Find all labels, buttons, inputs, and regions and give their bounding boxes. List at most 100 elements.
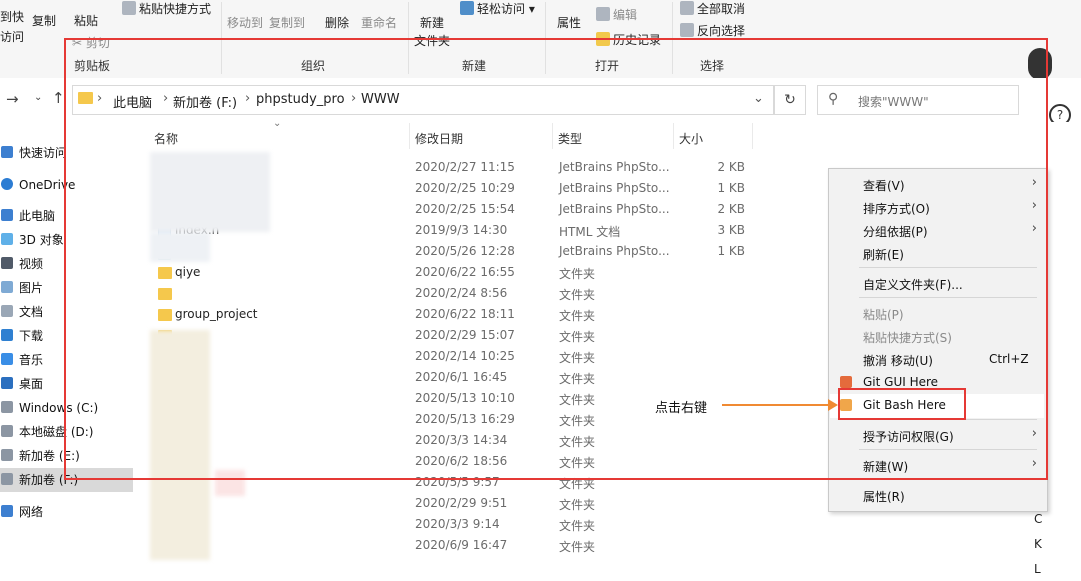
- menu-item-paste-shortcut[interactable]: 粘贴快捷方式(S): [863, 329, 952, 346]
- pin-quick-access-label-2[interactable]: 访问: [0, 28, 24, 45]
- sidebar-item-drive-d[interactable]: 本地磁盘 (D:): [0, 420, 133, 444]
- menu-item-undo-move[interactable]: 撤消 移动(U): [863, 352, 933, 369]
- breadcrumb-this-pc[interactable]: 此电脑: [113, 92, 152, 111]
- git-gui-icon: [840, 376, 852, 388]
- file-row[interactable]: 2020/6/2 18:56 文件夹: [145, 452, 885, 473]
- git-bash-icon: [840, 399, 852, 411]
- sidebar-item-music[interactable]: 音乐: [0, 348, 133, 372]
- sidebar-item-label: Windows (C:): [19, 401, 99, 415]
- easy-access-button[interactable]: 轻松访问 ▾: [460, 0, 535, 17]
- delete-button[interactable]: 删除: [325, 14, 349, 31]
- column-divider[interactable]: [752, 123, 753, 149]
- redacted-region: [150, 152, 270, 232]
- file-type: 文件夹: [559, 309, 596, 323]
- file-row[interactable]: 2020/2/29 15:07 文件夹: [145, 326, 885, 347]
- file-size: 2 KB: [717, 160, 745, 174]
- sidebar-item-documents[interactable]: 文档: [0, 300, 133, 324]
- file-type: JetBrains PhpSto...: [559, 160, 670, 174]
- select-none-label: 全部取消: [697, 2, 746, 16]
- invert-selection-button[interactable]: 反向选择: [680, 22, 745, 39]
- properties-button[interactable]: 属性: [557, 14, 581, 31]
- file-row[interactable]: 2020/5/13 10:10 文件夹: [145, 389, 885, 410]
- menu-item-paste[interactable]: 粘贴(P): [863, 306, 904, 323]
- file-row[interactable]: qiye 2020/6/22 16:55 文件夹: [145, 263, 885, 284]
- paste-button[interactable]: 粘贴: [74, 12, 98, 29]
- cut-button[interactable]: ✂ 剪切: [72, 34, 110, 51]
- address-bar[interactable]: › 此电脑 › 新加卷 (F:) › phpstudy_pro › WWW ⌄: [72, 85, 774, 115]
- history-label: 历史记录: [613, 33, 662, 47]
- search-input[interactable]: ⚲ 搜索"WWW": [817, 85, 1019, 115]
- sidebar-item-quick-access[interactable]: 快速访问: [0, 141, 133, 165]
- file-date: 2020/2/29 9:51: [415, 496, 508, 510]
- breadcrumb-www[interactable]: WWW: [361, 92, 400, 107]
- sidebar-item-label: 3D 对象: [19, 233, 64, 247]
- new-folder-label-2[interactable]: 文件夹: [414, 32, 450, 49]
- column-header-name[interactable]: 名称: [154, 130, 178, 147]
- forward-arrow-icon[interactable]: →: [6, 90, 19, 108]
- menu-item-group-by[interactable]: 分组依据(P): [863, 223, 928, 240]
- up-arrow-icon[interactable]: ↑: [52, 89, 65, 107]
- sidebar-item-pictures[interactable]: 图片: [0, 276, 133, 300]
- file-row[interactable]: 2020/2/14 10:25 文件夹: [145, 347, 885, 368]
- column-header-size[interactable]: 大小: [679, 130, 703, 147]
- column-header-type[interactable]: 类型: [558, 130, 582, 147]
- column-divider[interactable]: [552, 123, 553, 149]
- sidebar-item-network[interactable]: 网络: [0, 500, 133, 524]
- redacted-region: [215, 470, 245, 496]
- select-none-button[interactable]: 全部取消: [680, 0, 745, 17]
- sidebar-item-drive-e[interactable]: 新加卷 (E:): [0, 444, 133, 468]
- breadcrumb-phpstudy[interactable]: phpstudy_pro: [256, 92, 345, 107]
- menu-item-properties[interactable]: 属性(R): [863, 488, 905, 505]
- sidebar-item-label: 文档: [19, 305, 44, 319]
- file-row[interactable]: 2020/6/1 16:45 文件夹: [145, 368, 885, 389]
- sidebar-item-3d-objects[interactable]: 3D 对象: [0, 228, 133, 252]
- group-organize: 组织: [301, 59, 326, 73]
- sidebar-item-drive-f[interactable]: 新加卷 (F:): [0, 468, 133, 492]
- pin-quick-access-label[interactable]: 到快: [0, 8, 24, 25]
- file-row[interactable]: 2020/3/3 9:14 文件夹: [145, 515, 885, 536]
- sidebar-item-desktop[interactable]: 桌面: [0, 372, 133, 396]
- menu-item-view[interactable]: 查看(V): [863, 177, 905, 194]
- menu-item-grant-access[interactable]: 授予访问权限(G): [863, 428, 954, 445]
- sidebar-item-this-pc[interactable]: 此电脑: [0, 204, 133, 228]
- file-row[interactable]: 2020/5/26 12:28 JetBrains PhpSto... 1 KB: [145, 242, 885, 263]
- file-type: 文件夹: [559, 330, 596, 344]
- file-row[interactable]: 2020/6/9 16:47 文件夹: [145, 536, 885, 557]
- sidebar-item-onedrive[interactable]: OneDrive: [0, 173, 133, 197]
- new-folder-label[interactable]: 新建: [420, 14, 444, 31]
- breadcrumb-drive-f[interactable]: 新加卷 (F:): [173, 92, 237, 111]
- file-row[interactable]: 2020/2/29 9:51 文件夹: [145, 494, 885, 515]
- menu-item-git-gui[interactable]: Git GUI Here: [863, 375, 938, 389]
- move-to-button[interactable]: 移动到: [227, 14, 263, 31]
- menu-item-git-bash[interactable]: Git Bash Here: [863, 398, 946, 412]
- file-row[interactable]: 2020/3/3 14:34 文件夹: [145, 431, 885, 452]
- menu-item-sort[interactable]: 排序方式(O): [863, 200, 930, 217]
- context-menu: 查看(V) › 排序方式(O) › 分组依据(P) › 刷新(E) 自定义文件夹…: [828, 168, 1048, 512]
- column-header-date[interactable]: 修改日期: [415, 130, 463, 147]
- file-row[interactable]: 2020/5/13 16:29 文件夹: [145, 410, 885, 431]
- edit-button[interactable]: 编辑: [596, 6, 637, 23]
- sidebar-item-downloads[interactable]: 下载: [0, 324, 133, 348]
- menu-item-customize-folder[interactable]: 自定义文件夹(F)...: [863, 276, 963, 293]
- drive-icon: [1, 425, 13, 437]
- copy-button[interactable]: 复制: [32, 12, 56, 29]
- column-divider[interactable]: [409, 123, 410, 149]
- menu-item-new[interactable]: 新建(W): [863, 458, 908, 475]
- copy-to-button[interactable]: 复制到: [269, 14, 305, 31]
- recent-locations-chevron-icon[interactable]: ⌄: [34, 92, 42, 103]
- column-divider[interactable]: [673, 123, 674, 149]
- rename-button[interactable]: 重命名: [361, 14, 397, 31]
- refresh-button[interactable]: ↻: [774, 85, 806, 115]
- sidebar-item-label: 视频: [19, 257, 44, 271]
- sidebar-item-drive-c[interactable]: Windows (C:): [0, 396, 133, 420]
- file-row[interactable]: 2020/2/24 8:56 文件夹: [145, 284, 885, 305]
- menu-item-refresh[interactable]: 刷新(E): [863, 246, 904, 263]
- address-dropdown-icon[interactable]: ⌄: [753, 91, 764, 106]
- invert-selection-label: 反向选择: [697, 24, 746, 38]
- sidebar-item-videos[interactable]: 视频: [0, 252, 133, 276]
- file-row[interactable]: 2020/5/5 9:57 文件夹: [145, 473, 885, 494]
- select-none-icon: [680, 1, 694, 15]
- file-row[interactable]: group_project 2020/6/22 18:11 文件夹: [145, 305, 885, 326]
- history-button[interactable]: 历史记录: [596, 31, 661, 48]
- paste-shortcut-button[interactable]: 粘贴快捷方式: [122, 0, 211, 17]
